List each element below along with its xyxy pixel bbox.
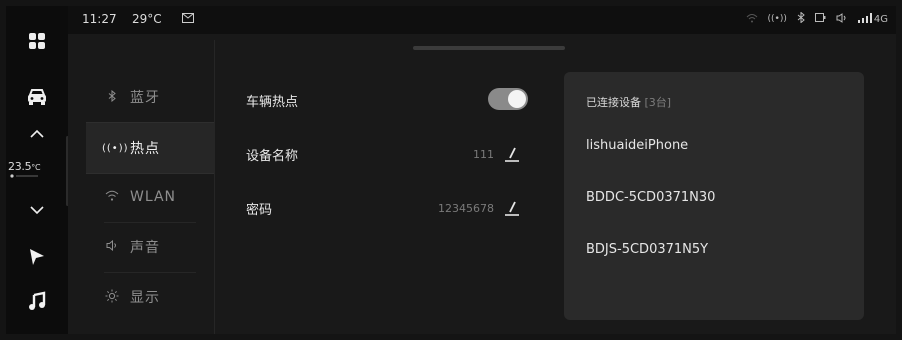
status-icons: ((•)) 4G bbox=[746, 11, 888, 26]
sun-icon bbox=[102, 289, 122, 306]
device-name-value: 111 bbox=[473, 147, 494, 161]
wifi-icon bbox=[102, 190, 122, 204]
connected-device-item[interactable]: BDDC-5CD0371N30 bbox=[586, 190, 715, 205]
drag-handle[interactable] bbox=[413, 46, 565, 50]
apps-grid-icon[interactable] bbox=[6, 30, 68, 52]
menu-divider-vertical bbox=[214, 40, 215, 334]
screen-status-icon bbox=[814, 13, 826, 25]
toggle-knob bbox=[508, 90, 526, 108]
left-rail: 23.5°C bbox=[6, 6, 69, 334]
edit-device-name-icon[interactable] bbox=[502, 145, 522, 163]
connected-devices-title: 已连接设备 [3台] bbox=[586, 94, 671, 110]
menu-item-display[interactable]: 显示 bbox=[86, 272, 214, 322]
device-name-label: 设备名称 bbox=[246, 148, 299, 164]
menu-item-label: 显示 bbox=[130, 290, 160, 306]
menu-item-wlan[interactable]: WLAN bbox=[86, 172, 214, 222]
menu-item-label: 热点 bbox=[130, 141, 160, 157]
car-icon[interactable] bbox=[6, 86, 68, 108]
menu-item-hotspot[interactable]: ((•)) 热点 bbox=[86, 122, 214, 174]
temp-down-icon[interactable] bbox=[6, 202, 68, 218]
menu-item-sound[interactable]: 声音 bbox=[86, 222, 214, 272]
bluetooth-icon bbox=[102, 89, 122, 105]
fan-indicator-icon bbox=[10, 174, 40, 180]
device-name-row: 设备名称 111 bbox=[246, 139, 528, 169]
status-bar: 11:27 29°C ((•)) 4G bbox=[68, 6, 896, 34]
network-type: 4G bbox=[873, 13, 888, 25]
volume-status-icon bbox=[836, 12, 848, 26]
connected-device-item[interactable]: BDJS-5CD0371N5Y bbox=[586, 242, 708, 257]
mail-icon bbox=[182, 13, 194, 26]
menu-item-label: 蓝牙 bbox=[130, 90, 160, 106]
password-label: 密码 bbox=[246, 202, 273, 218]
status-time: 11:27 bbox=[82, 12, 117, 26]
status-temperature: 29°C bbox=[132, 12, 162, 26]
connected-devices-label: 已连接设备 bbox=[586, 96, 641, 109]
speaker-icon bbox=[102, 239, 122, 254]
app-frame: 23.5°C 11:27 29°C ((•)) 4G 蓝牙 ((•)) 热点 W… bbox=[6, 6, 896, 334]
vehicle-hotspot-toggle[interactable] bbox=[488, 88, 528, 110]
temp-up-icon[interactable] bbox=[6, 126, 68, 142]
wifi-status-icon bbox=[746, 13, 758, 26]
signal-status-icon bbox=[857, 12, 872, 26]
menu-item-label: 声音 bbox=[130, 240, 160, 256]
connected-device-item[interactable]: lishuaideiPhone bbox=[586, 138, 688, 153]
password-row: 密码 12345678 bbox=[246, 193, 528, 223]
settings-content: 蓝牙 ((•)) 热点 WLAN 声音 显示 车辆热点 设备名称 111 密码 … bbox=[68, 34, 896, 334]
hotspot-status-icon: ((•)) bbox=[767, 14, 787, 24]
bluetooth-status-icon bbox=[797, 11, 805, 26]
password-value: 12345678 bbox=[438, 201, 494, 215]
connected-devices-panel: 已连接设备 [3台] lishuaideiPhone BDDC-5CD0371N… bbox=[564, 72, 864, 320]
vehicle-hotspot-row: 车辆热点 bbox=[246, 85, 528, 115]
hotspot-icon: ((•)) bbox=[102, 142, 129, 154]
navigation-icon[interactable] bbox=[6, 246, 68, 268]
cabin-temperature: 23.5°C bbox=[8, 160, 64, 173]
edit-password-icon[interactable] bbox=[502, 199, 522, 217]
connected-devices-count: [3台] bbox=[644, 96, 672, 109]
music-icon[interactable] bbox=[6, 290, 68, 312]
vehicle-hotspot-label: 车辆热点 bbox=[246, 94, 299, 110]
cabin-temp-value: 23.5 bbox=[8, 160, 32, 173]
cabin-temp-unit: °C bbox=[31, 163, 41, 172]
menu-item-label: WLAN bbox=[130, 189, 177, 205]
menu-item-bluetooth[interactable]: 蓝牙 bbox=[86, 72, 214, 122]
